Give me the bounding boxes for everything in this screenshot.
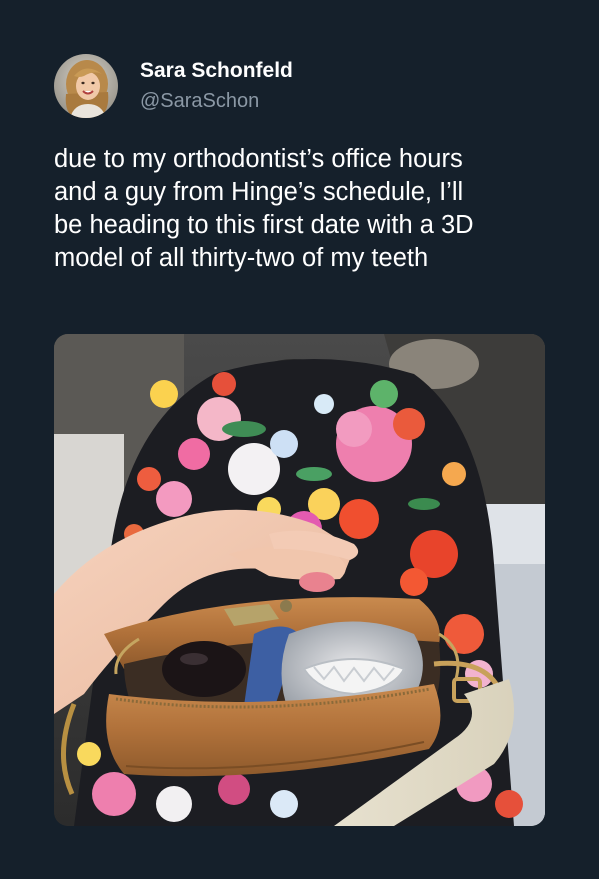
tweet-text: due to my orthodontist’s office hours an… (54, 145, 474, 272)
profile-photo-icon (54, 54, 118, 118)
author-handle[interactable]: @SaraSchon (140, 88, 293, 114)
author-display-name[interactable]: Sara Schonfeld (140, 58, 293, 84)
author-names: Sara Schonfeld @SaraSchon (140, 58, 293, 114)
photo-image (54, 334, 545, 826)
avatar[interactable] (54, 54, 118, 118)
tweet-photo[interactable] (54, 334, 545, 826)
tweet-card: Sara Schonfeld @SaraSchon due to my orth… (0, 0, 599, 879)
tweet-header: Sara Schonfeld @SaraSchon (54, 54, 293, 118)
